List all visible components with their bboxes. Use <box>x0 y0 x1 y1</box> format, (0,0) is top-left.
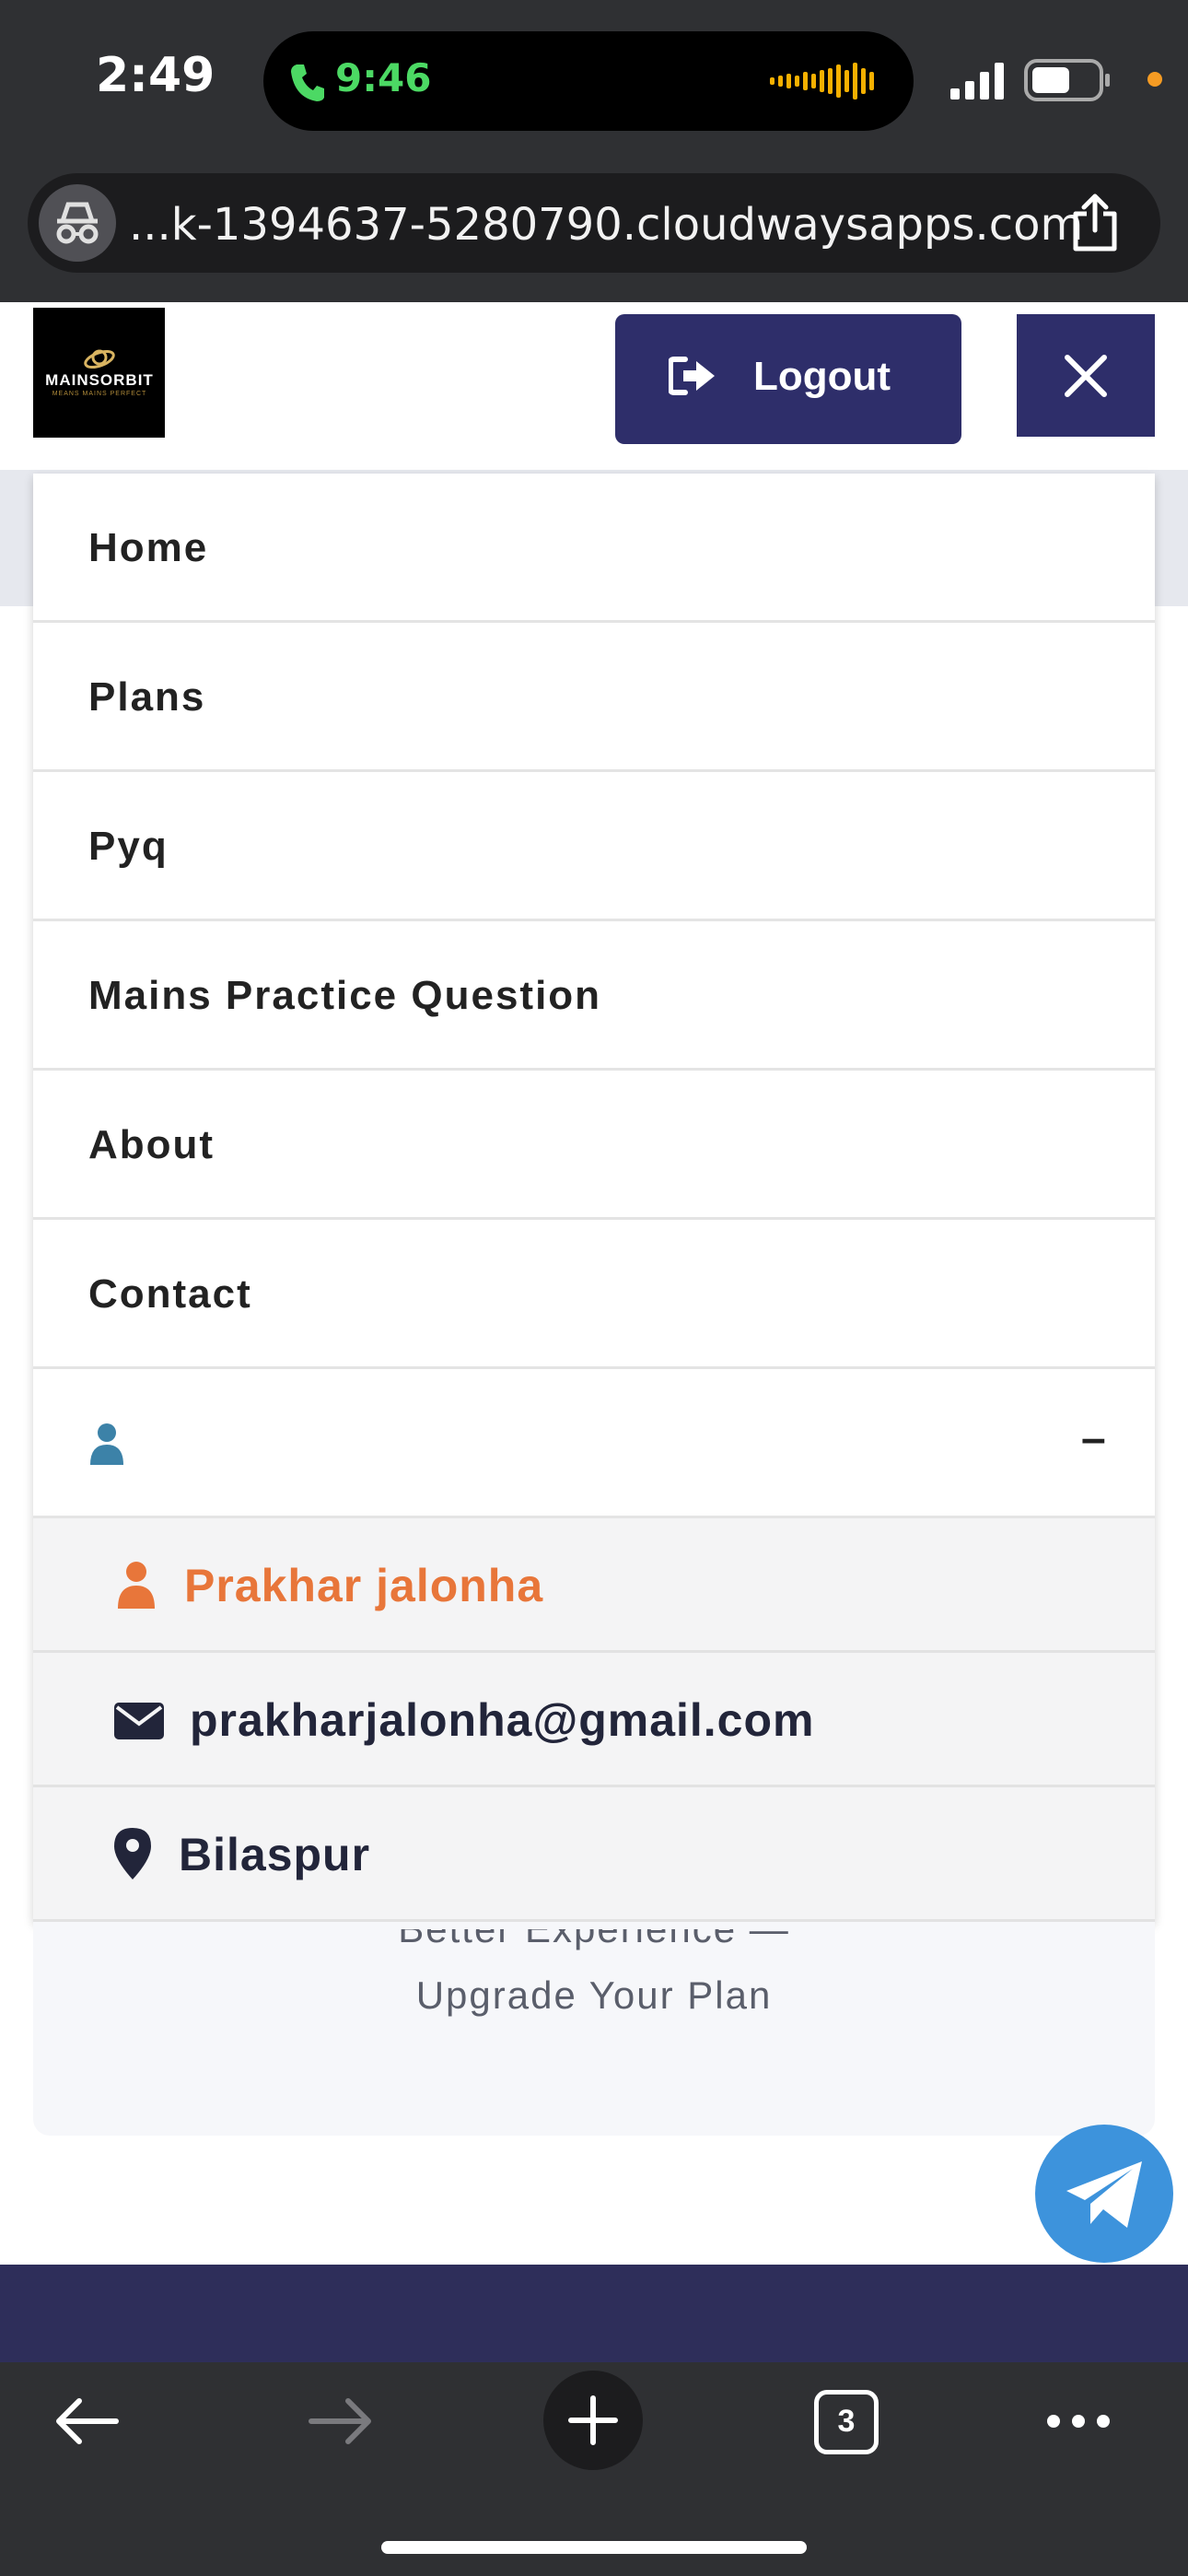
menu-item-label: Contact <box>88 1271 252 1317</box>
user-icon <box>90 1423 123 1465</box>
battery-icon <box>1024 59 1110 101</box>
user-email-row: prakharjalonha@gmail.com <box>33 1653 1155 1787</box>
new-tab-button[interactable] <box>543 2371 643 2470</box>
phone-icon <box>291 64 324 101</box>
plus-icon <box>568 2395 618 2445</box>
map-pin-icon <box>114 1828 151 1879</box>
logo-text: MAINSORBIT <box>45 371 154 389</box>
share-icon[interactable] <box>1070 193 1120 252</box>
close-icon <box>1065 355 1107 397</box>
forward-arrow-icon[interactable] <box>308 2395 374 2447</box>
user-location: Bilaspur <box>179 1829 371 1880</box>
telegram-button[interactable] <box>1035 2125 1173 2263</box>
status-time: 2:49 <box>96 48 215 103</box>
tab-count: 3 <box>837 2404 856 2439</box>
audio-waveform-icon <box>770 63 874 100</box>
logout-icon <box>669 357 715 395</box>
cellular-signal-icon <box>950 63 1004 100</box>
back-arrow-icon[interactable] <box>53 2395 120 2447</box>
url-text[interactable]: ...k-1394637-5280790.cloudwaysapps.com <box>129 199 1083 251</box>
menu-item-mains-practice-question[interactable]: Mains Practice Question <box>33 921 1155 1071</box>
menu-item-plans[interactable]: Plans <box>33 623 1155 772</box>
site-footer <box>0 2265 1188 2362</box>
logout-label: Logout <box>753 354 891 399</box>
privacy-indicator-dot <box>1147 72 1162 87</box>
upgrade-card-line2: Upgrade Your Plan <box>415 1973 773 2017</box>
user-icon <box>118 1562 155 1609</box>
menu-item-contact[interactable]: Contact <box>33 1220 1155 1369</box>
menu-item-label: Home <box>88 525 209 570</box>
user-menu-toggle[interactable]: – <box>33 1369 1155 1518</box>
more-options-icon[interactable] <box>1046 2412 1111 2430</box>
collapse-toggle-icon: – <box>1081 1414 1106 1463</box>
user-email: prakharjalonha@gmail.com <box>190 1694 815 1746</box>
telegram-icon <box>1066 2161 1142 2228</box>
incognito-icon[interactable] <box>37 182 118 263</box>
menu-item-label: Pyq <box>88 824 169 869</box>
menu-item-label: Mains Practice Question <box>88 973 602 1018</box>
user-name-row: Prakhar jalonha <box>33 1518 1155 1653</box>
nav-dropdown-menu: Home Plans Pyq Mains Practice Question A… <box>33 474 1155 1922</box>
close-menu-button[interactable] <box>1017 314 1155 437</box>
upgrade-card <box>33 1922 1155 2136</box>
menu-item-label: Plans <box>88 674 206 720</box>
menu-item-label: About <box>88 1122 215 1167</box>
user-location-row: Bilaspur <box>33 1787 1155 1922</box>
home-indicator[interactable] <box>381 2541 807 2554</box>
envelope-icon <box>114 1703 164 1739</box>
menu-item-about[interactable]: About <box>33 1071 1155 1220</box>
menu-item-home[interactable]: Home <box>33 474 1155 623</box>
call-duration: 9:46 <box>335 55 432 100</box>
logo-tagline: MEANS MAINS PERFECT <box>52 391 147 397</box>
user-name: Prakhar jalonha <box>184 1560 544 1611</box>
menu-item-pyq[interactable]: Pyq <box>33 772 1155 921</box>
